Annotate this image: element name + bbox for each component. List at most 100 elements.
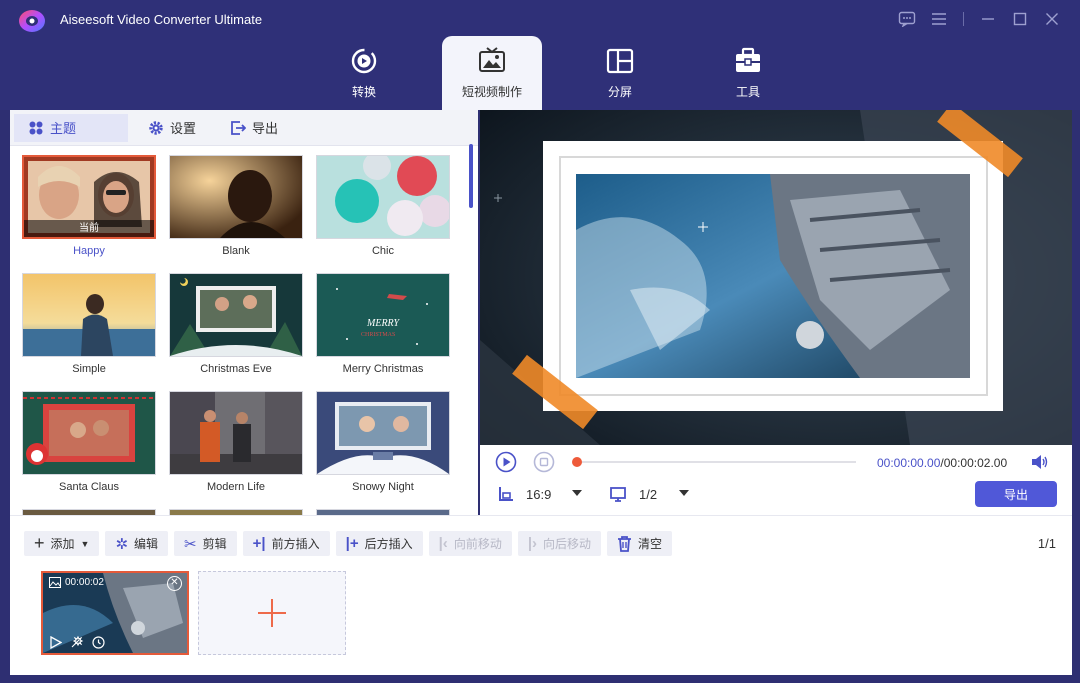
- tab-export[interactable]: 导出: [216, 114, 292, 142]
- aspect-dropdown-icon[interactable]: [571, 488, 583, 498]
- theme-label-blank: Blank: [222, 245, 250, 257]
- theme-scrollbar[interactable]: [469, 144, 473, 208]
- add-button[interactable]: + 添加 ▼: [24, 531, 100, 556]
- main-tabs: 转换 短视频制作 分屏 工具: [300, 36, 812, 110]
- theme-thumb-modern-life[interactable]: [169, 391, 303, 475]
- theme-thumb-chic[interactable]: [316, 155, 451, 239]
- move-forward-button[interactable]: |‹ 向前移动: [428, 531, 512, 556]
- theme-preview-image: [170, 156, 302, 238]
- menu-icon[interactable]: [925, 8, 953, 30]
- clip-clock-icon[interactable]: [92, 635, 105, 649]
- convert-icon: [351, 48, 377, 74]
- theme-preview-image: MERRY CHRISTMAS: [317, 274, 449, 356]
- theme-preview-image: [170, 274, 302, 356]
- theme-label-christmas-eve: Christmas Eve: [200, 363, 272, 375]
- tab-label: 设置: [170, 121, 197, 136]
- theme-preview-image: [170, 392, 302, 474]
- image-icon: [49, 577, 61, 588]
- monitor-icon: [609, 485, 627, 503]
- theme-label-merry-christmas: Merry Christmas: [342, 363, 424, 375]
- button-label: 后方插入: [364, 537, 413, 551]
- clip-duration: 00:00:02: [65, 577, 104, 588]
- insert-after-icon: |+: [345, 535, 359, 552]
- theme-thumb-happy[interactable]: 当前: [22, 155, 156, 239]
- timeline-clip[interactable]: 00:00:02 ✕: [41, 571, 189, 655]
- stop-button[interactable]: [533, 451, 555, 473]
- scissors-icon: ✂: [184, 535, 197, 553]
- current-badge: 当前: [24, 220, 154, 237]
- stop-icon: [533, 451, 555, 473]
- svg-text:MERRY: MERRY: [366, 318, 400, 329]
- insert-after-button[interactable]: |+ 后方插入: [335, 531, 423, 556]
- tab-label: 分屏: [607, 85, 632, 99]
- tab-mv[interactable]: 短视频制作: [442, 36, 542, 110]
- timeline-toolbar: + 添加 ▼ ✲ 编辑 ✂ 剪辑 +| 前方插入 |+ 后方插入 |‹ 向前移动…: [24, 531, 673, 556]
- volume-icon[interactable]: [1030, 454, 1050, 470]
- tab-label: 工具: [735, 85, 760, 99]
- trim-button[interactable]: ✂ 剪辑: [174, 531, 237, 556]
- move-backward-button[interactable]: |› 向后移动: [517, 531, 602, 556]
- aspect-ratio-icon: [497, 485, 515, 503]
- zoom-dropdown-icon[interactable]: [678, 488, 690, 498]
- magic-wand-icon: ✲: [115, 535, 129, 553]
- theme-label-snowy-night: Snowy Night: [352, 481, 414, 493]
- tab-convert[interactable]: 转换: [300, 36, 428, 110]
- time-total: /00:00:02.00: [940, 456, 1008, 470]
- page-counter: 1/1: [1037, 536, 1056, 551]
- theme-preview-image: [23, 274, 155, 356]
- sub-tabs: 主题 设置 导出: [10, 110, 478, 146]
- tab-collage[interactable]: 分屏: [556, 36, 684, 110]
- theme-label-chic: Chic: [371, 245, 394, 257]
- video-preview: [480, 110, 1072, 445]
- mv-icon: [479, 47, 505, 72]
- trash-icon: [618, 535, 632, 552]
- plus-icon: [258, 599, 286, 627]
- minimize-icon[interactable]: [974, 8, 1002, 30]
- tab-settings[interactable]: 设置: [134, 114, 210, 142]
- progress-track[interactable]: [574, 461, 856, 463]
- feedback-icon[interactable]: [893, 8, 921, 30]
- tab-theme[interactable]: 主题: [14, 113, 128, 142]
- app-title: Aiseesoft Video Converter Ultimate: [60, 12, 263, 27]
- maximize-icon[interactable]: [1006, 8, 1034, 30]
- clip-play-icon[interactable]: [49, 635, 62, 649]
- theme-thumb-santa-claus[interactable]: [22, 391, 156, 475]
- theme-preview-image: [317, 155, 451, 238]
- clip-remove-icon[interactable]: ✕: [167, 576, 182, 591]
- theme-label-santa-claus: Santa Claus: [59, 481, 119, 493]
- tab-label: 转换: [351, 85, 376, 99]
- divider: [963, 12, 964, 26]
- clear-button[interactable]: 清空: [607, 531, 673, 556]
- close-icon[interactable]: [1038, 8, 1066, 30]
- button-label: 添加: [50, 537, 75, 551]
- tab-toolbox[interactable]: 工具: [684, 36, 812, 110]
- theme-thumb-merry-christmas[interactable]: MERRY CHRISTMAS: [316, 273, 450, 357]
- export-icon: [231, 120, 247, 135]
- chevron-down-icon: ▼: [80, 538, 90, 549]
- tab-label: 导出: [252, 121, 279, 136]
- tab-label: 短视频制作: [461, 85, 522, 99]
- clip-info: 00:00:02: [49, 577, 104, 588]
- clip-actions: [49, 635, 105, 649]
- plus-icon: +: [34, 533, 45, 553]
- theme-preview-image: [23, 392, 155, 474]
- aspect-ratio-value[interactable]: 16:9: [526, 487, 551, 502]
- clip-edit-icon[interactable]: [70, 635, 84, 649]
- app-logo-icon: [19, 10, 45, 32]
- zoom-value[interactable]: 1/2: [639, 487, 657, 502]
- theme-thumb-blank[interactable]: [169, 155, 303, 239]
- play-button[interactable]: [495, 451, 517, 473]
- progress-handle[interactable]: [572, 457, 582, 467]
- toolbox-icon: [736, 47, 760, 72]
- insert-before-button[interactable]: +| 前方插入: [242, 531, 330, 556]
- add-clip-slot[interactable]: [198, 571, 346, 655]
- theme-label-modern-life: Modern Life: [206, 481, 266, 493]
- playback-controls: 00:00:00.00 /00:00:02.00 16:9 1/2 导出: [480, 445, 1072, 515]
- theme-thumb-christmas-eve[interactable]: [169, 273, 303, 357]
- button-label: 剪辑: [202, 537, 227, 551]
- theme-thumb-snowy-night[interactable]: [316, 391, 450, 475]
- theme-thumb-simple[interactable]: [22, 273, 156, 357]
- export-button[interactable]: 导出: [975, 481, 1057, 507]
- theme-panel: 主题 设置 导出 当前 Happy Blank Chic MERRY CHRIS…: [10, 110, 478, 515]
- edit-button[interactable]: ✲ 编辑: [105, 531, 169, 556]
